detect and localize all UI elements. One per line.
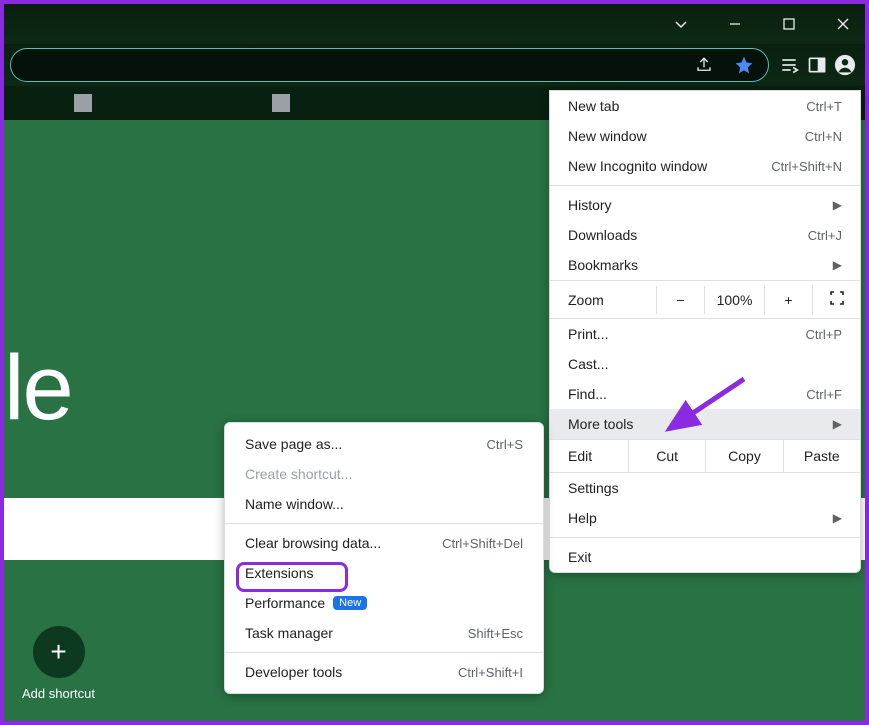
- bookmark-item[interactable]: [272, 94, 290, 112]
- submenu-item-shortcut: Ctrl+Shift+I: [458, 665, 523, 680]
- cut-button[interactable]: Cut: [628, 440, 705, 472]
- edit-label: Edit: [568, 440, 628, 472]
- new-badge: New: [333, 596, 367, 610]
- submenu-item-label: Extensions: [245, 565, 313, 581]
- menu-item-shortcut: Ctrl+J: [808, 228, 842, 243]
- share-icon[interactable]: [690, 51, 718, 79]
- zoom-label: Zoom: [568, 292, 656, 308]
- submenu-item-shortcut: Ctrl+S: [487, 437, 523, 452]
- submenu-item-label: Name window...: [245, 496, 344, 512]
- menu-exit[interactable]: Exit: [550, 542, 860, 572]
- menu-edit-row: Edit Cut Copy Paste: [550, 439, 860, 473]
- annotation-arrow: [654, 374, 754, 444]
- chevron-right-icon: ▶: [833, 417, 842, 431]
- menu-item-label: History: [568, 197, 612, 213]
- fullscreen-button[interactable]: [812, 285, 860, 314]
- menu-item-label: More tools: [568, 416, 633, 432]
- reading-list-icon[interactable]: [775, 51, 803, 79]
- add-shortcut-widget: + Add shortcut: [22, 626, 95, 701]
- bookmark-item[interactable]: [74, 94, 92, 112]
- zoom-out-button[interactable]: −: [656, 286, 704, 314]
- copy-button[interactable]: Copy: [705, 440, 782, 472]
- submenu-item-label: Clear browsing data...: [245, 535, 381, 551]
- menu-history[interactable]: History ▶: [550, 190, 860, 220]
- menu-item-label: Help: [568, 510, 597, 526]
- google-logo-fragment: le: [4, 336, 72, 441]
- menu-new-tab[interactable]: New tab Ctrl+T: [550, 91, 860, 121]
- menu-item-shortcut: Ctrl+F: [806, 387, 842, 402]
- add-shortcut-button[interactable]: +: [33, 626, 85, 678]
- chevron-right-icon: ▶: [833, 198, 842, 212]
- menu-zoom-row: Zoom − 100% +: [550, 280, 860, 319]
- menu-item-label: Exit: [568, 549, 591, 565]
- submenu-item-label: Performance New: [245, 595, 367, 611]
- main-menu: New tab Ctrl+T New window Ctrl+N New Inc…: [549, 90, 861, 573]
- menu-item-label: Bookmarks: [568, 257, 638, 273]
- submenu-item-shortcut: Shift+Esc: [468, 626, 523, 641]
- add-shortcut-label: Add shortcut: [22, 686, 95, 701]
- menu-item-label: Settings: [568, 480, 619, 496]
- more-tools-submenu: Save page as... Ctrl+S Create shortcut..…: [224, 422, 544, 694]
- close-button[interactable]: [831, 12, 855, 36]
- menu-downloads[interactable]: Downloads Ctrl+J: [550, 220, 860, 250]
- menu-item-label: Print...: [568, 326, 608, 342]
- omnibox[interactable]: [10, 48, 769, 82]
- menu-item-label: New window: [568, 128, 647, 144]
- menu-item-label: Downloads: [568, 227, 637, 243]
- menu-item-shortcut: Ctrl+T: [806, 99, 842, 114]
- side-panel-icon[interactable]: [803, 51, 831, 79]
- zoom-in-button[interactable]: +: [764, 286, 812, 314]
- browser-toolbar: [4, 44, 865, 86]
- chevron-right-icon: ▶: [833, 258, 842, 272]
- menu-settings[interactable]: Settings: [550, 473, 860, 503]
- submenu-item-label: Create shortcut...: [245, 466, 352, 482]
- submenu-item-label: Save page as...: [245, 436, 342, 452]
- menu-item-shortcut: Ctrl+P: [806, 327, 842, 342]
- submenu-clear-browsing-data[interactable]: Clear browsing data... Ctrl+Shift+Del: [225, 528, 543, 558]
- minimize-button[interactable]: [723, 12, 747, 36]
- menu-item-shortcut: Ctrl+Shift+N: [771, 159, 842, 174]
- submenu-create-shortcut: Create shortcut...: [225, 459, 543, 489]
- submenu-task-manager[interactable]: Task manager Shift+Esc: [225, 618, 543, 648]
- maximize-button[interactable]: [777, 12, 801, 36]
- submenu-save-page[interactable]: Save page as... Ctrl+S: [225, 429, 543, 459]
- menu-item-label: Find...: [568, 386, 607, 402]
- menu-item-label: Cast...: [568, 356, 608, 372]
- profile-icon[interactable]: [831, 51, 859, 79]
- submenu-item-label: Developer tools: [245, 664, 342, 680]
- submenu-item-label: Task manager: [245, 625, 333, 641]
- submenu-developer-tools[interactable]: Developer tools Ctrl+Shift+I: [225, 657, 543, 687]
- menu-help[interactable]: Help ▶: [550, 503, 860, 533]
- menu-print[interactable]: Print... Ctrl+P: [550, 319, 860, 349]
- paste-button[interactable]: Paste: [783, 440, 860, 472]
- menu-new-window[interactable]: New window Ctrl+N: [550, 121, 860, 151]
- menu-item-label: New tab: [568, 98, 619, 114]
- menu-separator: [225, 523, 543, 524]
- menu-bookmarks[interactable]: Bookmarks ▶: [550, 250, 860, 280]
- menu-separator: [550, 185, 860, 186]
- submenu-extensions[interactable]: Extensions: [225, 558, 543, 588]
- window-titlebar: [4, 4, 865, 44]
- bookmark-star-icon[interactable]: [730, 51, 758, 79]
- menu-item-shortcut: Ctrl+N: [805, 129, 842, 144]
- menu-separator: [225, 652, 543, 653]
- submenu-item-shortcut: Ctrl+Shift+Del: [442, 536, 523, 551]
- chevron-right-icon: ▶: [833, 511, 842, 525]
- tab-chevron-icon[interactable]: [669, 12, 693, 36]
- submenu-name-window[interactable]: Name window...: [225, 489, 543, 519]
- zoom-value: 100%: [704, 286, 764, 314]
- menu-item-label: New Incognito window: [568, 158, 707, 174]
- menu-separator: [550, 537, 860, 538]
- submenu-performance[interactable]: Performance New: [225, 588, 543, 618]
- menu-new-incognito[interactable]: New Incognito window Ctrl+Shift+N: [550, 151, 860, 181]
